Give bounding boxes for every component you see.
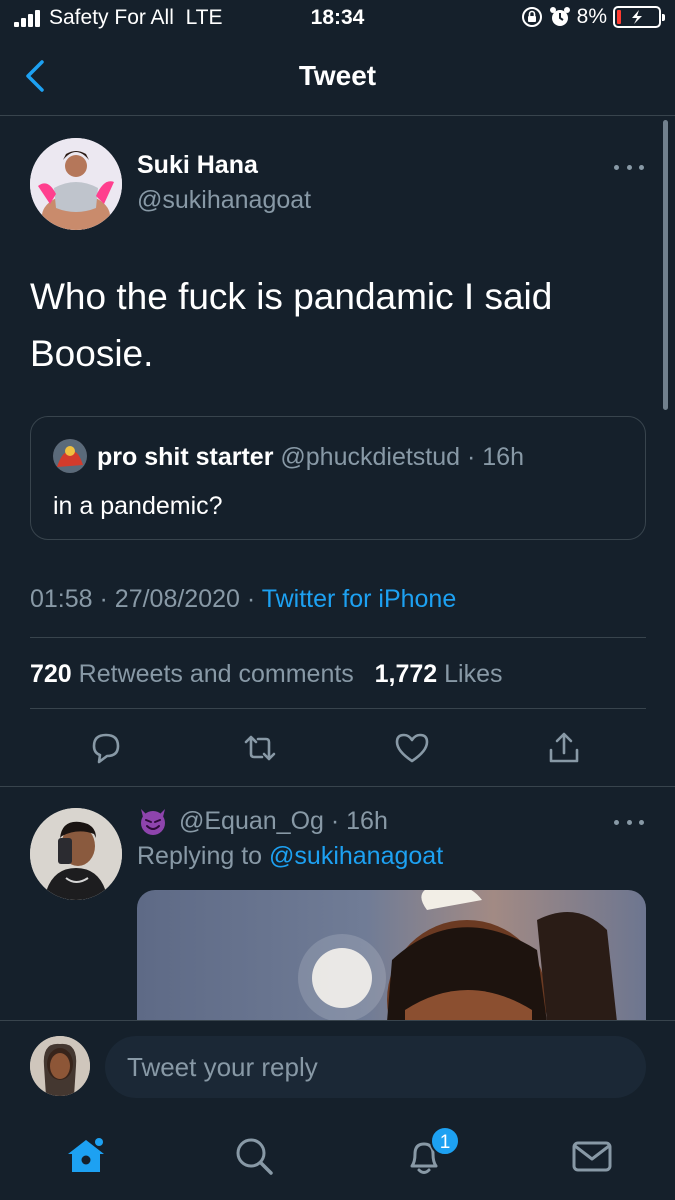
orientation-lock-icon: [521, 7, 542, 27]
author-handle[interactable]: @sukihanagoat: [137, 186, 311, 215]
quote-text: in a pandemic?: [53, 492, 223, 520]
more-options-button[interactable]: [614, 160, 644, 174]
page-title: Tweet: [298, 60, 377, 91]
divider: [30, 637, 646, 638]
tweet-time: 01:58: [30, 585, 93, 613]
tab-search[interactable]: [230, 1132, 278, 1180]
retweets-link[interactable]: 720 Retweets and comments: [30, 660, 354, 688]
divider: [30, 708, 646, 709]
retweet-icon: [244, 735, 276, 761]
quote-avatar: [53, 439, 87, 473]
author-avatar[interactable]: [30, 138, 122, 230]
share-button[interactable]: [544, 728, 584, 768]
search-icon: [236, 1138, 273, 1175]
tweet-text: Who the fuck is pandamic I said Boosie.: [30, 276, 553, 374]
quote-meta: @phuckdietstud · 16h: [280, 443, 524, 471]
home-icon: [68, 1138, 104, 1172]
alarm-icon: [549, 7, 570, 26]
tweet-meta: 01:58 · 27/08/2020 · Twitter for iPhone: [30, 585, 457, 613]
nav-header: Tweet: [0, 40, 675, 116]
share-icon: [549, 732, 579, 763]
replying-to: Replying to @sukihanagoat: [137, 842, 444, 870]
divider: [0, 786, 675, 787]
retweet-button[interactable]: [240, 728, 280, 768]
reply-media[interactable]: [137, 890, 646, 1022]
status-bar: Safety For All LTE 18:34 8%: [0, 0, 675, 40]
quote-author-name: pro shit starter: [97, 443, 274, 471]
tweet-stats: 720 Retweets and comments 1,772 Likes: [30, 660, 503, 689]
smiling-devil-emoji: [141, 809, 165, 835]
reply-meta[interactable]: @Equan_Og · 16h: [179, 807, 388, 836]
battery-percent: 8%: [576, 5, 607, 28]
tweet-client-link[interactable]: Twitter for iPhone: [262, 585, 457, 613]
quoted-tweet[interactable]: pro shit starter @phuckdietstud · 16h in…: [30, 416, 646, 540]
tweet-date: 27/08/2020: [114, 585, 240, 613]
divider: [0, 1020, 675, 1021]
reply-icon: [92, 733, 120, 764]
tab-messages[interactable]: [568, 1132, 616, 1180]
messages-icon: [572, 1141, 612, 1172]
scrollbar[interactable]: [663, 120, 668, 410]
battery-charging-icon: [613, 6, 665, 28]
my-avatar[interactable]: [30, 1036, 90, 1096]
reply-more-options-button[interactable]: [614, 815, 644, 829]
tab-home[interactable]: [62, 1132, 110, 1180]
reply-author-avatar[interactable]: [30, 808, 122, 900]
author-name[interactable]: Suki Hana: [137, 151, 258, 180]
reply-input[interactable]: [105, 1036, 646, 1098]
replying-to-link[interactable]: @sukihanagoat: [269, 842, 443, 870]
like-button[interactable]: [392, 728, 432, 768]
like-icon: [395, 733, 429, 763]
notifications-badge: 1: [430, 1126, 460, 1156]
likes-link[interactable]: 1,772 Likes: [375, 660, 503, 688]
reply-button[interactable]: [86, 728, 126, 768]
